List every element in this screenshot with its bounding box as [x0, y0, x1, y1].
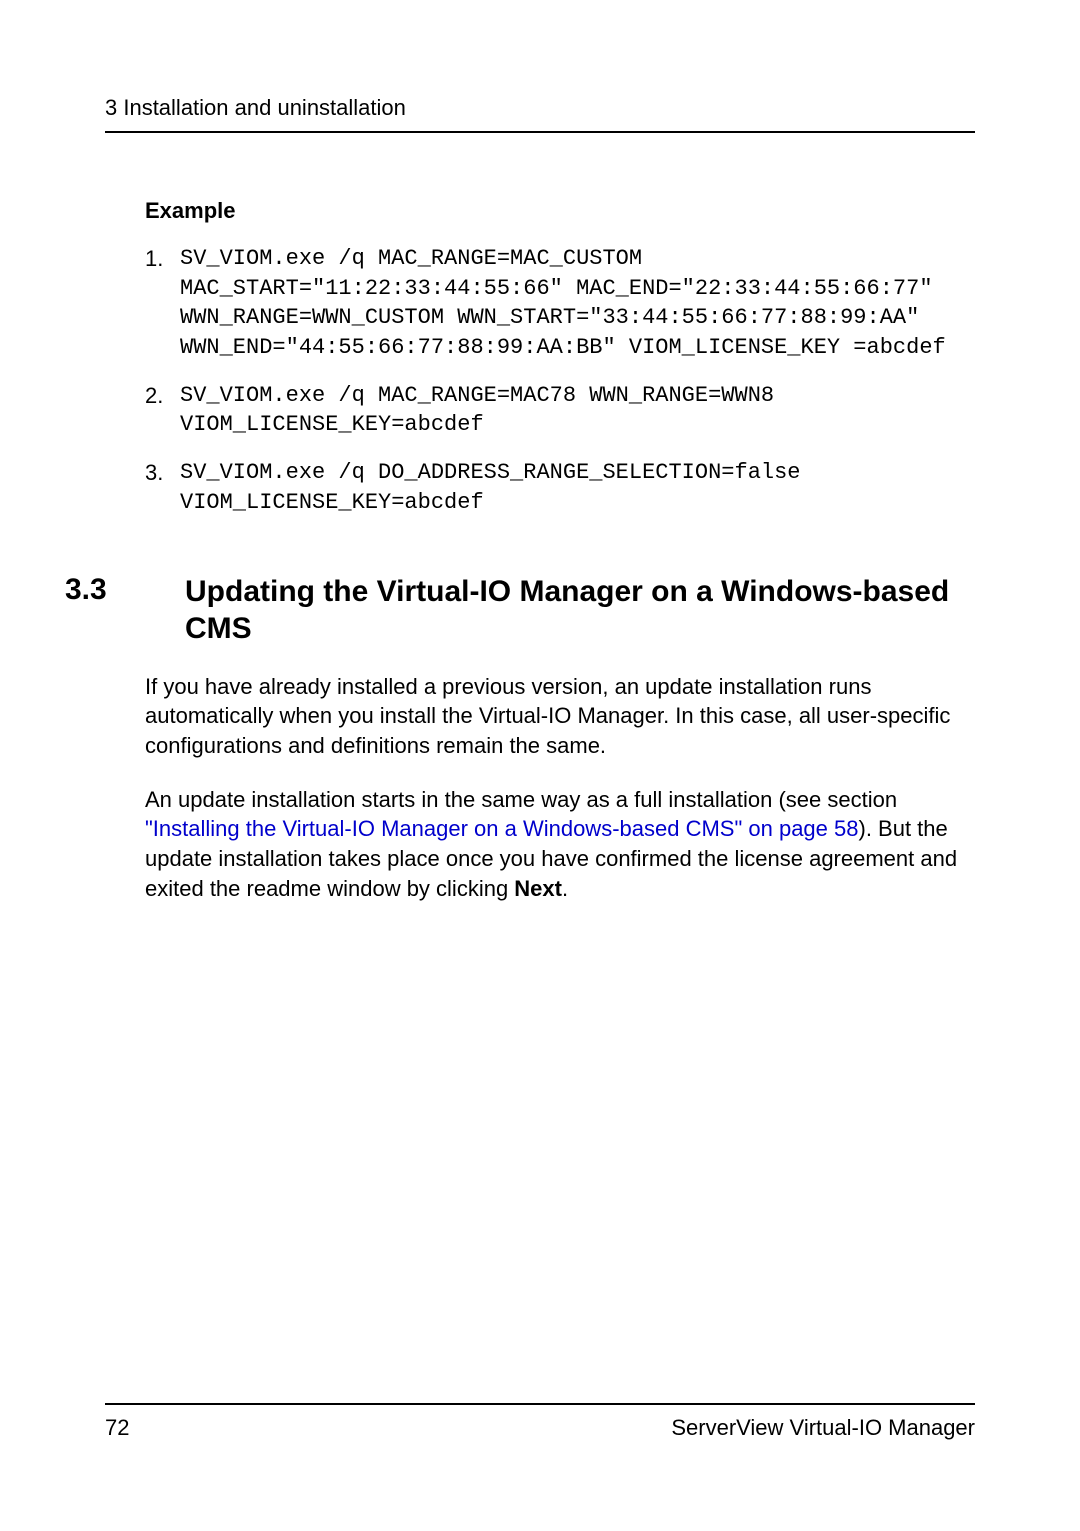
list-number: 1.: [145, 244, 180, 363]
ui-label-bold: Next: [514, 876, 562, 901]
list-item: 1. SV_VIOM.exe /q MAC_RANGE=MAC_CUSTOM M…: [145, 244, 975, 363]
paragraph: If you have already installed a previous…: [145, 672, 975, 761]
footer-title: ServerView Virtual-IO Manager: [671, 1415, 975, 1441]
page-footer: 72 ServerView Virtual-IO Manager: [105, 1403, 975, 1441]
paragraph-text: An update installation starts in the sam…: [145, 787, 897, 812]
section-title: Updating the Virtual-IO Manager on a Win…: [185, 573, 975, 648]
section-number: 3.3: [65, 573, 185, 648]
list-item: 3. SV_VIOM.exe /q DO_ADDRESS_RANGE_SELEC…: [145, 458, 975, 517]
list-number: 2.: [145, 381, 180, 440]
list-number: 3.: [145, 458, 180, 517]
code-block: SV_VIOM.exe /q MAC_RANGE=MAC_CUSTOM MAC_…: [180, 244, 975, 363]
code-block: SV_VIOM.exe /q MAC_RANGE=MAC78 WWN_RANGE…: [180, 381, 975, 440]
page-header: 3 Installation and uninstallation: [105, 95, 975, 133]
list-item: 2. SV_VIOM.exe /q MAC_RANGE=MAC78 WWN_RA…: [145, 381, 975, 440]
page-number: 72: [105, 1415, 129, 1441]
code-block: SV_VIOM.exe /q DO_ADDRESS_RANGE_SELECTIO…: [180, 458, 975, 517]
example-list: 1. SV_VIOM.exe /q MAC_RANGE=MAC_CUSTOM M…: [145, 244, 975, 518]
paragraph-text: .: [562, 876, 568, 901]
cross-reference-link[interactable]: "Installing the Virtual-IO Manager on a …: [145, 816, 859, 841]
example-heading: Example: [145, 198, 975, 224]
paragraph: An update installation starts in the sam…: [145, 785, 975, 904]
